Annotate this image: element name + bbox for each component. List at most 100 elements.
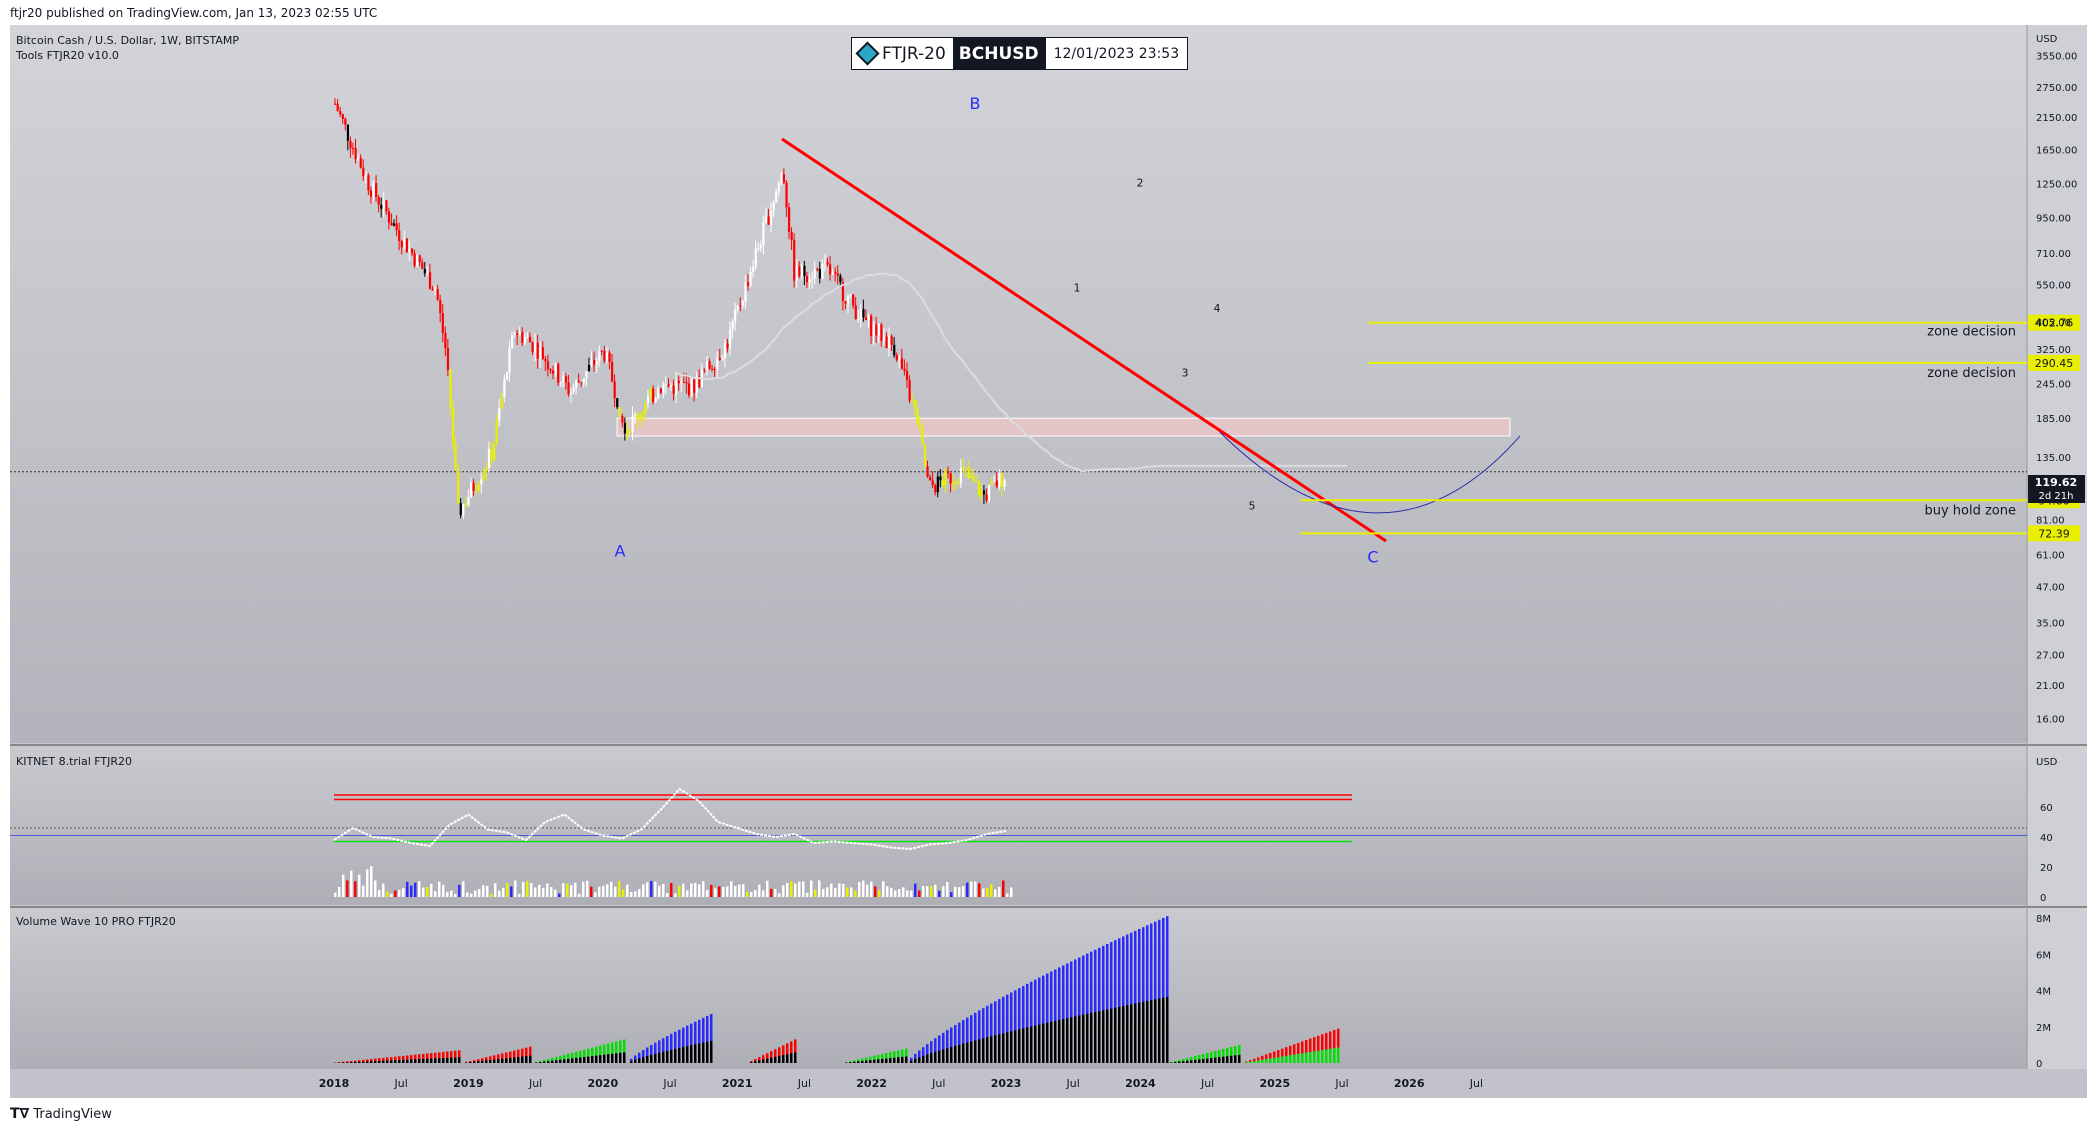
candle-body <box>428 272 432 289</box>
vol-wave-base <box>446 1057 449 1063</box>
osc-hist-bar <box>558 893 561 897</box>
candle-body <box>705 361 709 371</box>
vol-wave-base <box>1329 1048 1332 1063</box>
vol-wave-base <box>513 1057 516 1063</box>
osc-hist-bar <box>926 886 929 897</box>
price-tick: 3550.00 <box>2036 52 2077 63</box>
osc-hist-bar <box>566 883 569 897</box>
candle-body <box>513 333 516 336</box>
candle-body <box>503 379 506 398</box>
candle-body <box>844 301 847 304</box>
vol-wave-base <box>910 1060 913 1063</box>
vol-wave-base <box>1142 1001 1145 1063</box>
vol-wave-base <box>473 1061 476 1063</box>
osc-hist-bar <box>402 888 405 897</box>
time-tick: Jul <box>1469 1077 1483 1090</box>
wave-label: C <box>1367 548 1378 567</box>
vol-wave-base <box>938 1050 941 1063</box>
osc-hist-bar <box>838 883 841 897</box>
footer-brand[interactable]: 𝗧∇ TradingView <box>10 1106 112 1122</box>
osc-hist-bar <box>994 889 997 897</box>
vol-title: Volume Wave 10 PRO FTJR20 <box>16 915 176 928</box>
price-tick: 27.00 <box>2036 650 2065 661</box>
osc-hist-bar <box>586 880 589 897</box>
candle-body <box>495 420 498 444</box>
osc-hist-bar <box>1010 887 1013 897</box>
candle-body <box>608 352 611 363</box>
chart-svg[interactable]: 402.76zone decision290.45zone decision94… <box>10 25 2087 1098</box>
vol-wave-base <box>1042 1023 1045 1063</box>
main-pane-bg <box>10 25 2027 743</box>
vol-wave-base <box>579 1057 582 1063</box>
vol-wave-base <box>1046 1022 1049 1063</box>
candle-body <box>541 347 544 360</box>
candle-body <box>890 335 893 345</box>
vol-wave-base <box>587 1056 590 1063</box>
osc-hist-bar <box>394 890 397 897</box>
osc-hist-bar <box>406 881 409 897</box>
candle-body <box>505 372 509 380</box>
candle-body <box>916 408 919 424</box>
vol-wave-base <box>766 1058 769 1063</box>
candle-body <box>836 273 839 276</box>
chart-frame[interactable]: 402.76zone decision290.45zone decision94… <box>10 25 2087 1098</box>
candle-body <box>564 376 568 383</box>
candle-body <box>634 414 637 416</box>
badge-symbol: BCHUSD <box>952 38 1045 69</box>
candle-body <box>552 370 555 374</box>
vol-wave-base <box>1273 1057 1276 1063</box>
candle-body <box>818 268 821 279</box>
vol-wave-base <box>690 1045 693 1063</box>
vol-wave-base <box>1186 1060 1189 1063</box>
vol-wave-base <box>1234 1055 1237 1063</box>
candle-body <box>341 114 344 119</box>
vol-wave-base <box>394 1060 397 1063</box>
time-tick: Jul <box>797 1077 811 1090</box>
candle-body <box>523 337 527 344</box>
vol-wave-base <box>754 1061 757 1063</box>
osc-hist-bar <box>734 886 737 897</box>
osc-hist-bar <box>630 892 633 897</box>
candle-body <box>936 476 939 493</box>
osc-hist-bar <box>570 885 573 897</box>
osc-hist-bar <box>362 885 365 897</box>
symbol-badge: FTJR-20 BCHUSD 12/01/2023 23:53 <box>851 37 1189 70</box>
candle-body <box>477 484 480 491</box>
vol-wave-base <box>509 1057 512 1063</box>
vol-wave-base <box>390 1060 393 1063</box>
osc-hist-bar <box>794 883 797 897</box>
time-tick: 2021 <box>722 1077 753 1090</box>
vol-wave-base <box>374 1061 377 1063</box>
candle-body <box>721 358 724 360</box>
candle-body <box>677 380 680 384</box>
vol-wave-base <box>1062 1019 1065 1063</box>
candle-body <box>985 494 988 501</box>
candle-body <box>469 482 473 498</box>
candle-body <box>364 175 367 177</box>
candle-body <box>757 248 760 250</box>
candle-body <box>813 268 816 278</box>
osc-hist-bar <box>886 886 889 897</box>
osc-hist-bar <box>466 892 469 897</box>
candle-body <box>736 305 739 310</box>
vol-wave-base <box>485 1060 488 1063</box>
osc-hist-bar <box>474 890 477 897</box>
time-tick: Jul <box>1200 1077 1214 1090</box>
candle-body <box>605 352 609 362</box>
candle-body <box>716 357 719 370</box>
candle-body <box>646 396 650 404</box>
osc-hist-bar <box>358 874 361 897</box>
vol-wave-base <box>950 1047 953 1063</box>
candle-body <box>772 202 775 212</box>
candle-body <box>900 357 904 369</box>
time-tick: Jul <box>662 1077 676 1090</box>
vol-wave-base <box>559 1059 562 1063</box>
vol-wave-base <box>873 1059 876 1063</box>
candle-body <box>685 382 688 384</box>
vol-wave-base <box>525 1056 528 1063</box>
osc-hist-bar <box>914 883 917 897</box>
vol-wave-base <box>1110 1008 1113 1063</box>
osc-hist-bar <box>422 887 425 897</box>
osc-hist-bar <box>990 884 993 897</box>
candle-body <box>895 355 898 360</box>
